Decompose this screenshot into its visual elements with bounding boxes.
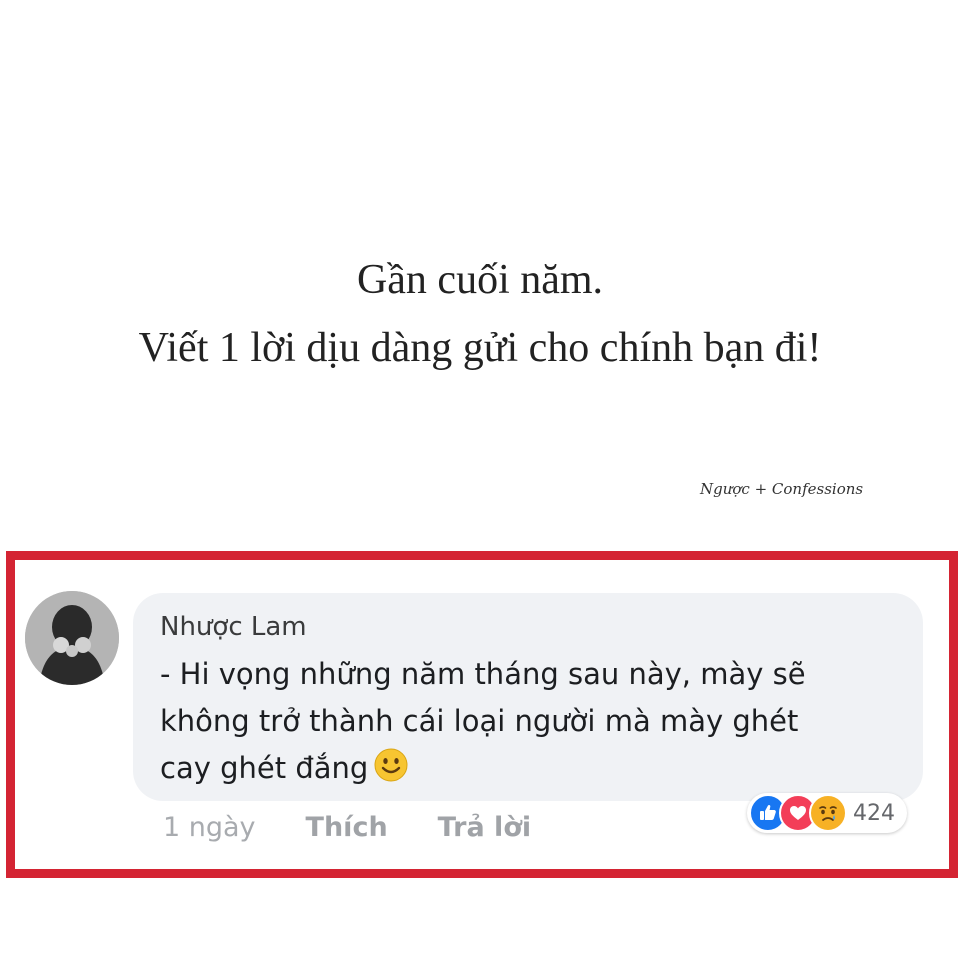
like-button[interactable]: Thích [306,812,388,843]
comment-bubble: Nhược Lam - Hi vọng những năm tháng sau … [133,593,923,801]
screenshot-page: Gần cuối năm. Viết 1 lời dịu dàng gửi ch… [0,0,960,960]
quote-line-2: Viết 1 lời dịu dàng gửi cho chính bạn đi… [138,325,822,371]
sad-icon [809,794,847,832]
avatar-photo-icon [25,591,119,685]
comment-author-name[interactable]: Nhược Lam [160,607,895,647]
comment-body: - Hi vọng những năm tháng sau này, mày s… [160,651,895,796]
quote-text-block: Gần cuối năm. Viết 1 lời dịu dàng gửi ch… [0,248,960,380]
reaction-count: 424 [853,800,895,826]
reactions-summary[interactable]: 424 [747,793,907,833]
comment-timestamp[interactable]: 1 ngày [163,812,256,843]
comment-text: - Hi vọng những năm tháng sau này, mày s… [160,657,806,785]
quote-line-1: Gần cuối năm. [356,257,604,303]
avatar[interactable] [25,591,119,685]
comment-actions: 1 ngày Thích Trả lời [163,806,531,848]
reply-button[interactable]: Trả lời [438,812,531,843]
page-watermark: Ngược + Confessions [700,480,864,498]
slightly-smiling-face-icon [374,748,408,796]
